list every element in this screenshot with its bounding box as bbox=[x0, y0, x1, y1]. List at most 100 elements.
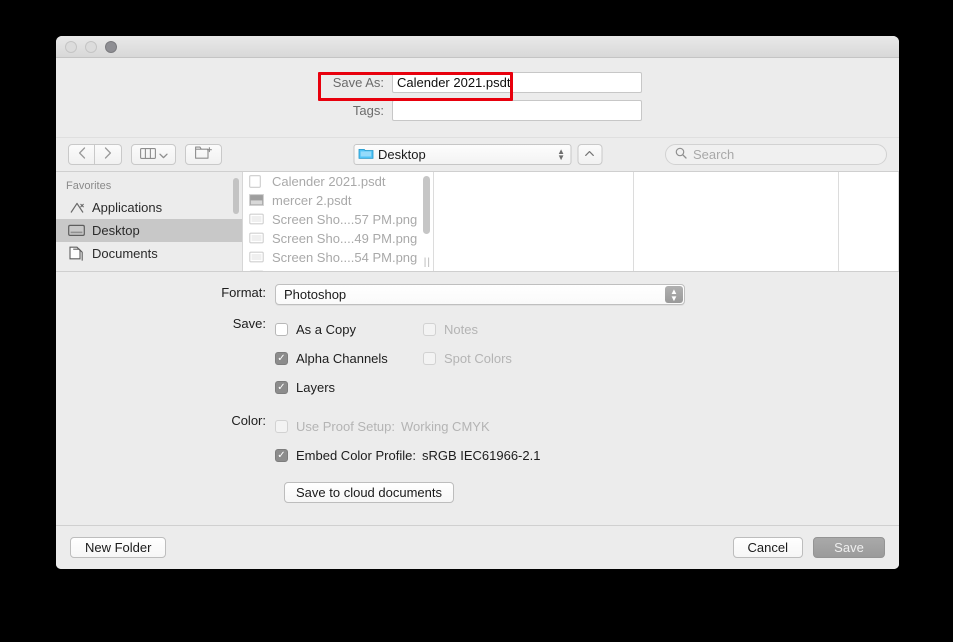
chevron-down-icon bbox=[158, 146, 168, 164]
stepper-icon: ▲ ▼ bbox=[557, 146, 565, 162]
checkbox-label: Alpha Channels bbox=[296, 351, 388, 366]
sidebar-header: Favorites bbox=[66, 180, 112, 192]
png-icon bbox=[249, 251, 265, 264]
tags-input[interactable] bbox=[392, 100, 642, 121]
sidebar-item-label: Applications bbox=[92, 200, 163, 215]
view-mode-button[interactable] bbox=[131, 144, 176, 165]
checkbox-use-proof-setup: Use Proof Setup: Working CMYK bbox=[275, 412, 899, 441]
applications-icon bbox=[68, 201, 85, 215]
sidebar-item-desktop[interactable]: Desktop bbox=[56, 219, 242, 242]
list-item[interactable]: Screen Sho....49 PM.png bbox=[243, 229, 433, 248]
checkbox-box[interactable]: ✓ bbox=[275, 381, 288, 394]
list-item[interactable]: mercer 2.psdt bbox=[243, 191, 433, 210]
blank-document-icon bbox=[249, 175, 265, 188]
checkbox-label: As a Copy bbox=[296, 322, 356, 337]
list-item[interactable]: Calender 2021.psdt bbox=[243, 172, 433, 191]
png-icon bbox=[249, 213, 265, 226]
save-checkbox-column-right: Notes Spot Colors bbox=[423, 315, 571, 402]
checkbox-label: Layers bbox=[296, 380, 336, 395]
new-folder-toolbar-button[interactable] bbox=[185, 144, 222, 165]
location-label: Desktop bbox=[378, 147, 426, 162]
list-item[interactable]: Screen Sho....54 PM.png bbox=[243, 248, 433, 267]
save-as-input[interactable] bbox=[392, 72, 642, 93]
chevron-left-icon bbox=[78, 146, 86, 164]
name-fields-section: Save As: Tags: bbox=[56, 58, 899, 137]
folder-icon bbox=[358, 147, 373, 162]
color-profile-value: sRGB IEC61966-2.1 bbox=[421, 448, 541, 463]
checkbox-label: Notes bbox=[444, 322, 478, 337]
search-placeholder: Search bbox=[693, 147, 735, 162]
chevron-up-icon bbox=[585, 149, 595, 160]
preview-column-2 bbox=[434, 172, 634, 271]
save-button[interactable]: Save bbox=[813, 537, 885, 558]
checkbox-box[interactable]: ✓ bbox=[275, 352, 288, 365]
checkbox-box[interactable]: ✓ bbox=[275, 449, 288, 462]
checkbox-notes: Notes bbox=[423, 315, 571, 344]
dialog-footer: New Folder Cancel Save bbox=[56, 525, 899, 569]
sidebar: Favorites Applications Desktop Documents bbox=[56, 172, 243, 271]
file-name: Screen Sho....54 PM.png bbox=[272, 250, 418, 265]
format-popup-button[interactable]: Photoshop ▲ ▼ bbox=[275, 284, 685, 305]
save-to-cloud-documents-button[interactable]: Save to cloud documents bbox=[284, 482, 454, 503]
forward-button[interactable] bbox=[95, 144, 122, 165]
proof-setup-value: Working CMYK bbox=[401, 419, 490, 434]
save-as-label: Save As: bbox=[332, 75, 384, 90]
checkbox-alpha-channels[interactable]: ✓ Alpha Channels bbox=[275, 344, 423, 373]
new-folder-button[interactable]: New Folder bbox=[70, 537, 167, 558]
sidebar-item-applications[interactable]: Applications bbox=[56, 196, 242, 219]
save-options-row: Save: As a Copy ✓ Alpha Channels ✓ Layer… bbox=[56, 315, 899, 402]
nav-button-group bbox=[68, 144, 122, 165]
chevron-right-icon bbox=[104, 146, 112, 164]
checkbox-label: Use Proof Setup: bbox=[296, 419, 395, 434]
format-label: Format: bbox=[221, 285, 266, 300]
file-list-scrollbar[interactable] bbox=[423, 176, 430, 234]
color-options-row: Color: Use Proof Setup: Working CMYK ✓ E… bbox=[56, 412, 899, 470]
column-resize-grip[interactable]: || bbox=[424, 257, 431, 268]
zoom-button[interactable] bbox=[105, 40, 117, 53]
checkbox-box bbox=[275, 420, 288, 433]
checkbox-box bbox=[423, 352, 436, 365]
desktop-icon bbox=[68, 224, 85, 237]
close-button[interactable] bbox=[65, 40, 77, 53]
format-stepper-icon: ▲ ▼ bbox=[665, 286, 683, 303]
file-browser: Favorites Applications Desktop Documents… bbox=[56, 171, 899, 271]
checkmark-icon: ✓ bbox=[277, 381, 286, 393]
save-as-row: Save As: bbox=[56, 72, 899, 93]
checkbox-label: Embed Color Profile: bbox=[296, 448, 416, 463]
format-value: Photoshop bbox=[284, 287, 347, 302]
checkmark-icon: ✓ bbox=[277, 449, 286, 461]
checkbox-embed-color-profile[interactable]: ✓ Embed Color Profile: sRGB IEC61966-2.1 bbox=[275, 441, 899, 470]
tags-label: Tags: bbox=[352, 103, 384, 118]
location-popup-button[interactable]: Desktop ▲ ▼ bbox=[353, 144, 571, 165]
location-controls: Desktop ▲ ▼ bbox=[353, 144, 602, 165]
file-name: Screen Sho....49 PM.png bbox=[272, 231, 418, 246]
documents-icon bbox=[68, 246, 85, 261]
checkbox-layers[interactable]: ✓ Layers bbox=[275, 373, 423, 402]
minimize-button[interactable] bbox=[85, 40, 97, 53]
list-item[interactable]: Screen Sho....57 PM.png bbox=[243, 210, 433, 229]
sidebar-item-documents[interactable]: Documents bbox=[56, 242, 242, 265]
search-icon bbox=[675, 147, 687, 162]
checkmark-icon: ✓ bbox=[277, 352, 286, 364]
png-icon bbox=[249, 232, 265, 245]
image-preview-icon bbox=[249, 194, 265, 207]
search-field[interactable]: Search bbox=[665, 144, 887, 165]
checkbox-label: Spot Colors bbox=[444, 351, 512, 366]
save-checkbox-grid: As a Copy ✓ Alpha Channels ✓ Layers Note… bbox=[275, 315, 899, 402]
file-name: mercer 2.psdt bbox=[272, 193, 352, 208]
checkbox-box[interactable] bbox=[275, 323, 288, 336]
file-name: Calender 2021.psdt bbox=[272, 174, 386, 189]
browser-toolbar: Desktop ▲ ▼ Search bbox=[56, 137, 899, 171]
new-folder-icon bbox=[195, 146, 212, 164]
title-bar bbox=[56, 36, 899, 58]
cancel-button[interactable]: Cancel bbox=[732, 537, 803, 558]
photoshop-options-panel: Format: Photoshop ▲ ▼ Save: As a Copy ✓ … bbox=[56, 271, 899, 525]
checkbox-as-a-copy[interactable]: As a Copy bbox=[275, 315, 423, 344]
format-row: Format: Photoshop ▲ ▼ bbox=[56, 284, 899, 305]
back-button[interactable] bbox=[68, 144, 95, 165]
go-up-button[interactable] bbox=[577, 144, 602, 165]
sidebar-item-label: Documents bbox=[92, 246, 158, 261]
sidebar-scrollbar[interactable] bbox=[233, 178, 239, 214]
file-list-column: Calender 2021.psdt mercer 2.psdt Screen … bbox=[243, 172, 434, 271]
save-dialog: Save As: Tags: bbox=[56, 36, 899, 569]
